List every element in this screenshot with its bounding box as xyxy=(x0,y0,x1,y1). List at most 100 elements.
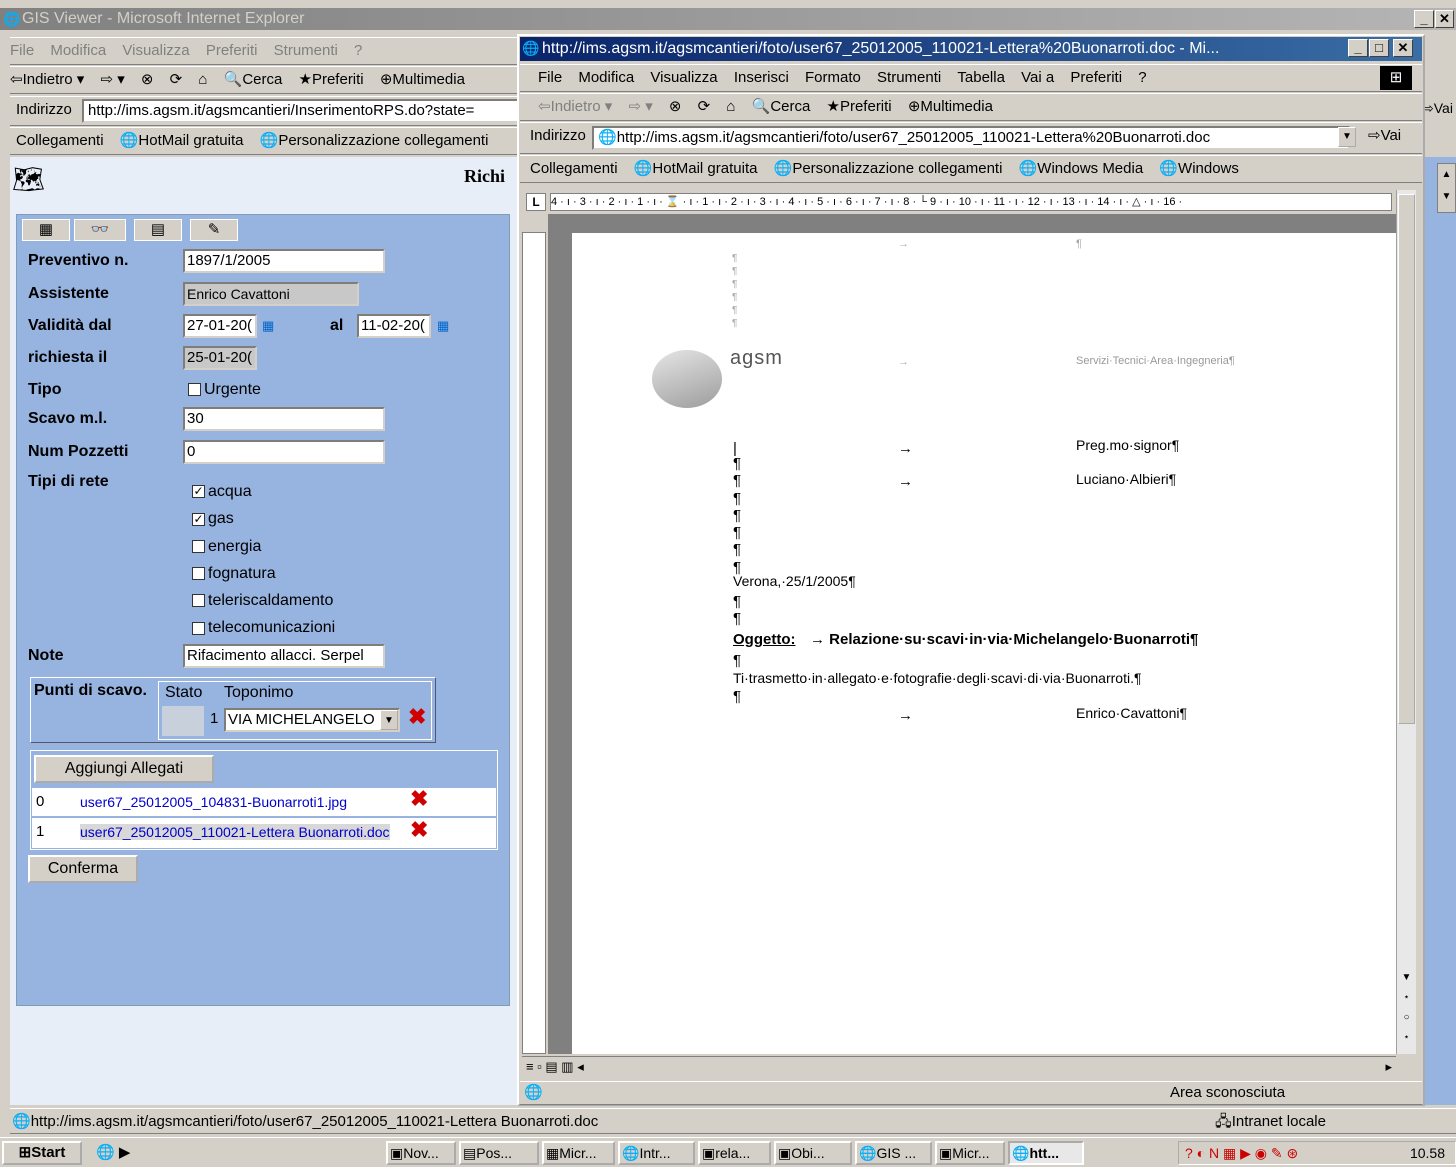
word-hscrollbar[interactable]: ≡ ▫ ▤ ▥ ◂ ▸ xyxy=(522,1056,1396,1078)
validita-dal-field[interactable]: 27-01-20( xyxy=(183,314,257,338)
rete-energia-checkbox[interactable]: energia xyxy=(192,533,335,560)
tab-selector[interactable]: L xyxy=(526,193,546,211)
refresh-icon[interactable]: ⟳ xyxy=(698,94,711,120)
rete-fognatura-checkbox[interactable]: fognatura xyxy=(192,560,335,587)
menu-file[interactable]: File xyxy=(10,38,34,64)
taskbar-item[interactable]: ▣Micr... xyxy=(935,1141,1005,1165)
home-icon[interactable]: ⌂ xyxy=(726,94,735,120)
minimize-button[interactable]: _ xyxy=(1414,10,1434,28)
validita-al-field[interactable]: 11-02-20( xyxy=(357,314,431,338)
allegato-link[interactable]: user67_25012005_110021-Lettera Buonarrot… xyxy=(80,824,390,840)
menu-visualizza[interactable]: Visualizza xyxy=(122,38,189,64)
tab-edit-icon[interactable]: ✎ xyxy=(190,219,238,241)
forward-button[interactable]: ⇨ ▾ xyxy=(100,67,124,93)
menu-tabella[interactable]: Tabella xyxy=(957,65,1005,91)
tray-icons[interactable]: ? ◐ N ▦ ▶ ◉ ✎ ⊛ xyxy=(1179,1145,1298,1161)
main-page-area-right xyxy=(1422,157,1456,1105)
link-personalizzazione[interactable]: 🌐Personalizzazione collegamenti xyxy=(260,128,489,154)
main-scrollbar[interactable]: ▲ ▼ xyxy=(1437,163,1456,213)
menu-visualizza[interactable]: Visualizza xyxy=(650,65,717,91)
link-hotmail[interactable]: 🌐HotMail gratuita xyxy=(634,156,758,182)
forward-button[interactable]: ⇨ ▾ xyxy=(628,94,652,120)
chevron-down-icon[interactable]: ▼ xyxy=(380,710,398,730)
menu-inserisci[interactable]: Inserisci xyxy=(734,65,789,91)
menu-preferiti[interactable]: Preferiti xyxy=(1070,65,1122,91)
calendar-icon[interactable]: ▦ xyxy=(262,318,274,334)
tab-detail-icon[interactable]: ▤ xyxy=(134,219,182,241)
taskbar-item-active[interactable]: 🌐htt... xyxy=(1008,1141,1084,1165)
menu-file[interactable]: File xyxy=(538,65,562,91)
back-button[interactable]: ⇦Indietro ▾ xyxy=(538,94,612,120)
taskbar-item[interactable]: ▣Nov... xyxy=(386,1141,456,1165)
main-window-titlebar[interactable]: GIS Viewer - Microsoft Internet Explorer xyxy=(0,8,1456,30)
stop-icon[interactable]: ⊗ xyxy=(669,94,682,120)
calendar-icon[interactable]: ▦ xyxy=(437,318,449,334)
menu-modifica[interactable]: Modifica xyxy=(50,38,106,64)
address-input[interactable]: 🌐http://ims.agsm.it/agsmcantieri/foto/us… xyxy=(592,126,1350,150)
tab-list-icon[interactable]: ▦ xyxy=(22,219,70,241)
word-status-text: Area sconosciuta xyxy=(1170,1084,1286,1101)
vai-button[interactable]: ⇨Vai xyxy=(1368,123,1401,149)
allegato-index: 0 xyxy=(36,793,45,810)
quicklaunch-icons[interactable]: 🌐 ▶ xyxy=(96,1143,130,1161)
rete-telecomunicazioni-checkbox[interactable]: telecomunicazioni xyxy=(192,614,335,641)
taskbar-item[interactable]: 🌐Intr... xyxy=(618,1141,695,1165)
rete-gas-checkbox[interactable]: ✓ gas xyxy=(192,505,335,532)
menu-help[interactable]: ? xyxy=(354,38,362,64)
word-toolbar: ⇦Indietro ▾ ⇨ ▾ ⊗ ⟳ ⌂ 🔍Cerca ★Preferiti … xyxy=(520,93,1422,121)
taskbar-item[interactable]: ▦Micr... xyxy=(542,1141,615,1165)
favorites-button[interactable]: ★Preferiti xyxy=(827,94,892,120)
start-button[interactable]: ⊞Start xyxy=(2,1141,82,1165)
multimedia-button[interactable]: ⊕Multimedia xyxy=(908,94,993,120)
pozzetti-field[interactable]: 0 xyxy=(183,440,385,464)
menu-formato[interactable]: Formato xyxy=(805,65,861,91)
back-button[interactable]: ⇦Indietro ▾ xyxy=(10,67,84,93)
taskbar-item[interactable]: 🌐GIS ... xyxy=(855,1141,932,1165)
multimedia-button[interactable]: ⊕Multimedia xyxy=(380,67,465,93)
menu-help[interactable]: ? xyxy=(1138,65,1146,91)
taskbar-item[interactable]: ▣rela... xyxy=(698,1141,771,1165)
menu-modifica[interactable]: Modifica xyxy=(578,65,634,91)
note-field[interactable]: Rifacimento allacci. Serpel xyxy=(183,644,385,668)
rete-teleriscaldamento-checkbox[interactable]: teleriscaldamento xyxy=(192,587,335,614)
urgente-checkbox[interactable]: Urgente xyxy=(188,381,261,399)
menu-strumenti[interactable]: Strumenti xyxy=(877,65,941,91)
link-hotmail[interactable]: 🌐HotMail gratuita xyxy=(120,128,244,154)
menu-preferiti[interactable]: Preferiti xyxy=(206,38,258,64)
favorites-button[interactable]: ★Preferiti xyxy=(299,67,364,93)
link-personalizzazione[interactable]: 🌐Personalizzazione collegamenti xyxy=(774,156,1003,182)
toponimo-select[interactable]: VIA MICHELANGELO ▼ xyxy=(224,708,400,732)
refresh-icon[interactable]: ⟳ xyxy=(170,67,183,93)
word-maximize-button[interactable]: □ xyxy=(1369,39,1389,57)
delete-punto-icon[interactable]: ✖ xyxy=(408,704,426,730)
home-icon[interactable]: ⌂ xyxy=(198,67,207,93)
rete-acqua-checkbox[interactable]: ✓ acqua xyxy=(192,478,335,505)
link-windows-media[interactable]: 🌐Windows Media xyxy=(1019,156,1144,182)
preventivo-field[interactable]: 1897/1/2005 xyxy=(183,249,385,273)
vai-button[interactable]: ⇨Vai xyxy=(1422,100,1453,117)
word-titlebar[interactable]: http://ims.agsm.it/agsmcantieri/foto/use… xyxy=(520,37,1422,61)
menu-vai-a[interactable]: Vai a xyxy=(1021,65,1054,91)
link-windows[interactable]: 🌐Windows xyxy=(1159,156,1239,182)
taskbar-item[interactable]: ▤Pos... xyxy=(459,1141,539,1165)
search-button[interactable]: 🔍Cerca xyxy=(752,94,811,120)
delete-allegato-icon[interactable]: ✖ xyxy=(410,817,428,843)
taskbar-item[interactable]: ▣Obi... xyxy=(774,1141,852,1165)
tab-search-icon[interactable]: 👓 xyxy=(74,219,126,241)
scavo-field[interactable]: 30 xyxy=(183,407,385,431)
address-input[interactable]: http://ims.agsm.it/agsmcantieri/Inserime… xyxy=(82,99,520,123)
aggiungi-allegati-button[interactable]: Aggiungi Allegati xyxy=(34,755,214,783)
conferma-button[interactable]: Conferma xyxy=(28,855,138,883)
menu-strumenti[interactable]: Strumenti xyxy=(274,38,338,64)
chevron-down-icon[interactable]: ▼ xyxy=(1338,127,1356,147)
allegato-link[interactable]: user67_25012005_104831-Buonarroti1.jpg xyxy=(80,794,347,810)
word-minimize-button[interactable]: _ xyxy=(1348,39,1368,57)
search-button[interactable]: 🔍Cerca xyxy=(224,67,283,93)
scrollbar-thumb[interactable] xyxy=(1398,194,1415,724)
data-text: Verona,·25/1/2005¶ xyxy=(733,573,856,589)
stop-icon[interactable]: ⊗ xyxy=(141,67,154,93)
delete-allegato-icon[interactable]: ✖ xyxy=(410,786,428,812)
scroll-browse-buttons[interactable]: ▼ ⋆ ○ ⋆ xyxy=(1398,968,1415,1050)
word-close-button[interactable]: ✕ xyxy=(1393,39,1413,57)
close-button[interactable]: ✕ xyxy=(1435,10,1454,28)
